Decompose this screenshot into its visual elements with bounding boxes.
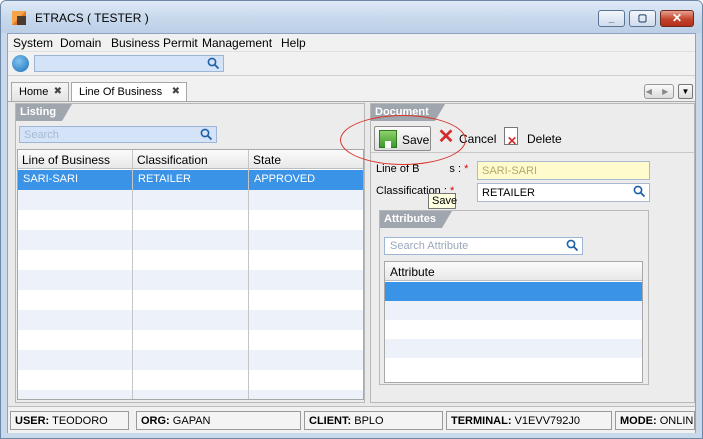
column-divider — [248, 150, 249, 399]
table-row-empty[interactable] — [385, 358, 642, 377]
tab-line-of-business-label: Line Of Business — [79, 86, 163, 98]
table-row-empty[interactable] — [385, 320, 642, 339]
table-row-empty[interactable] — [18, 370, 363, 390]
menu-management[interactable]: Management — [202, 36, 272, 50]
table-row-empty[interactable] — [18, 250, 363, 270]
cell-line-of-business: SARI-SARI — [23, 173, 79, 185]
classification-field[interactable]: RETAILER — [477, 183, 650, 202]
table-row-empty[interactable] — [18, 270, 363, 290]
window-title: ETRACS ( TESTER ) — [35, 11, 149, 25]
status-mode: MODE: ONLINE — [615, 411, 695, 430]
column-header-classification[interactable]: Classification — [137, 153, 208, 167]
save-tooltip: Save — [428, 193, 457, 209]
column-header-line-of-business[interactable]: Line of Business — [22, 153, 110, 167]
menu-system[interactable]: System — [13, 36, 53, 50]
table-row-empty[interactable] — [385, 282, 642, 301]
tab-home[interactable]: Home ✖ — [11, 82, 69, 102]
table-row-empty[interactable] — [18, 230, 363, 250]
column-header-state[interactable]: State — [253, 153, 281, 167]
listing-search-input[interactable]: Search — [19, 126, 217, 143]
delete-button[interactable]: Delete — [502, 126, 564, 151]
attributes-table: Attribute — [384, 261, 643, 383]
delete-button-label: Delete — [527, 132, 562, 146]
app-logo-icon — [12, 11, 26, 25]
status-org: ORG: GAPAN — [136, 411, 301, 430]
menu-business-permit[interactable]: Business Permit — [111, 36, 198, 50]
title-bar[interactable]: ETRACS ( TESTER ) _ ▢ ✕ — [1, 1, 702, 33]
attributes-section: Attributes Search Attribute Attribute — [379, 210, 649, 385]
menu-help[interactable]: Help — [281, 36, 306, 50]
search-icon[interactable] — [566, 239, 579, 252]
table-row-empty[interactable] — [385, 301, 642, 320]
status-client: CLIENT: BPLO — [304, 411, 443, 430]
cell-state: APPROVED — [254, 173, 316, 185]
delete-icon — [504, 127, 518, 148]
close-icon: ✕ — [671, 11, 683, 25]
attribute-search-placeholder: Search Attribute — [390, 240, 469, 252]
table-row-empty[interactable] — [18, 210, 363, 230]
status-bar: USER: TEODORO ORG: GAPAN CLIENT: BPLO TE… — [8, 406, 695, 433]
app-window: ETRACS ( TESTER ) _ ▢ ✕ System Domain Bu… — [0, 0, 703, 439]
classification-value: RETAILER — [482, 187, 535, 199]
table-row-empty[interactable] — [18, 390, 363, 399]
minimize-icon: _ — [608, 13, 615, 24]
close-button[interactable]: ✕ — [660, 10, 694, 27]
home-icon[interactable] — [12, 55, 29, 72]
table-row-empty[interactable] — [18, 310, 363, 330]
attribute-search-input[interactable]: Search Attribute — [384, 237, 583, 255]
tab-home-label: Home — [19, 86, 49, 98]
listing-table-header: Line of Business Classification State — [18, 150, 363, 169]
tab-line-of-business-close-icon[interactable]: ✖ — [172, 86, 180, 97]
tab-line-of-business[interactable]: Line Of Business ✖ — [71, 82, 187, 103]
table-row-empty[interactable] — [18, 190, 363, 210]
table-row-empty[interactable] — [385, 339, 642, 358]
search-icon[interactable] — [200, 128, 213, 141]
search-icon[interactable] — [207, 57, 220, 70]
client-area: System Domain Business Permit Management… — [7, 33, 696, 433]
menu-bar: System Domain Business Permit Management… — [8, 34, 695, 52]
tab-strip: Home ✖ Line Of Business ✖ ◀ ▶ ▼ — [8, 76, 695, 103]
table-row[interactable]: SARI-SARI RETAILER APPROVED — [18, 170, 363, 190]
attributes-header: Attributes — [380, 211, 648, 228]
status-terminal: TERMINAL: V1EVV792J0 — [446, 411, 612, 430]
global-search-input[interactable] — [34, 55, 224, 72]
maximize-icon: ▢ — [637, 13, 648, 24]
table-row-empty[interactable] — [18, 350, 363, 370]
table-row-empty[interactable] — [18, 330, 363, 350]
listing-search-placeholder: Search — [24, 129, 59, 141]
column-header-attribute[interactable]: Attribute — [390, 265, 435, 279]
line-of-business-label: Line of Bs : * — [376, 163, 469, 175]
tab-list-dropdown-icon[interactable]: ▼ — [678, 84, 693, 99]
attributes-title: Attributes — [384, 213, 436, 225]
column-divider — [132, 150, 133, 399]
maximize-button[interactable]: ▢ — [629, 10, 656, 27]
attributes-table-header: Attribute — [385, 262, 642, 281]
search-icon[interactable] — [633, 185, 646, 198]
listing-header: Listing — [16, 104, 364, 121]
line-of-business-field[interactable]: SARI-SARI — [477, 161, 650, 180]
listing-title: Listing — [20, 106, 57, 118]
annotation-circle — [340, 115, 466, 165]
menu-domain[interactable]: Domain — [60, 36, 101, 50]
tab-home-close-icon[interactable]: ✖ — [54, 86, 62, 97]
main-toolbar — [8, 52, 695, 76]
tab-scroll-arrows-icon[interactable]: ◀ ▶ — [644, 84, 674, 99]
status-user: USER: TEODORO — [10, 411, 129, 430]
table-row-empty[interactable] — [18, 290, 363, 310]
listing-panel: Listing Search SARI-SARI RETAILER APPROV… — [15, 103, 365, 403]
minimize-button[interactable]: _ — [598, 10, 625, 27]
cell-classification: RETAILER — [138, 173, 191, 185]
listing-table: SARI-SARI RETAILER APPROVED Line of Busi… — [17, 149, 364, 400]
